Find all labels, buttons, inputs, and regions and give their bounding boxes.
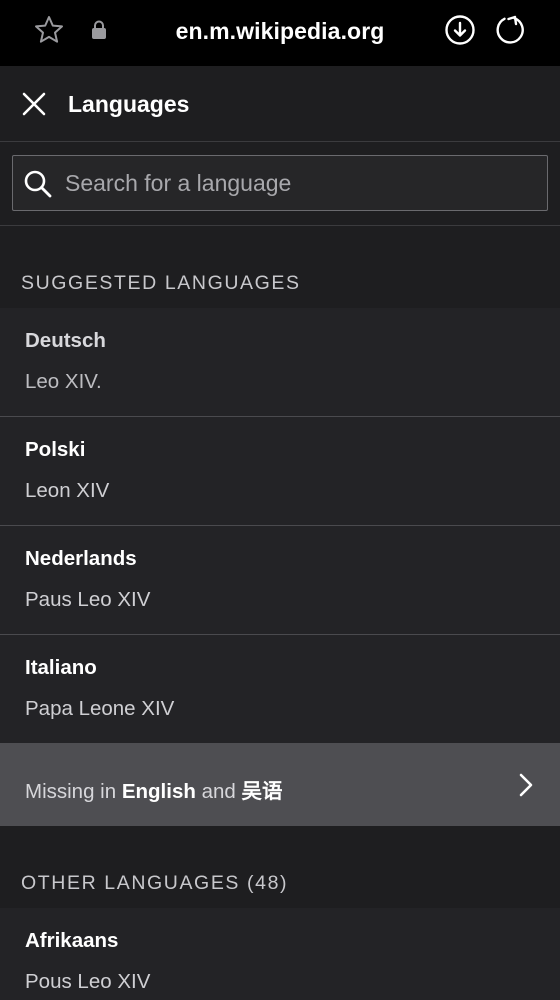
article-title: Leo XIV. — [25, 370, 102, 393]
article-title: Paus Leo XIV — [25, 588, 151, 611]
language-item-deutsch[interactable]: Deutsch Leo XIV. — [0, 308, 560, 417]
section-heading-text: OTHER LANGUAGES (48) — [21, 872, 289, 894]
missing-language-2: 吴语 — [241, 780, 283, 803]
language-name: Afrikaans — [25, 929, 119, 952]
missing-language-1: English — [121, 780, 196, 803]
language-name: Deutsch — [25, 329, 106, 352]
other-languages-list: Afrikaans Pous Leo XIV — [0, 908, 560, 1000]
language-name: Italiano — [25, 656, 97, 679]
refresh-icon[interactable] — [493, 13, 527, 47]
search-box[interactable] — [12, 155, 548, 211]
close-icon — [22, 92, 46, 116]
search-section — [0, 142, 560, 226]
other-languages-heading: OTHER LANGUAGES (48) — [0, 826, 560, 908]
article-title: Pous Leo XIV — [25, 970, 151, 993]
download-icon[interactable] — [443, 13, 477, 47]
language-item-nederlands[interactable]: Nederlands Paus Leo XIV — [0, 526, 560, 635]
languages-header: Languages — [0, 66, 560, 142]
browser-toolbar: en.m.wikipedia.org — [0, 0, 560, 66]
missing-languages-text: Missing in English and 吴语 — [25, 774, 283, 804]
suggested-languages-list: Deutsch Leo XIV. Polski Leon XIV Nederla… — [0, 308, 560, 743]
language-name: Polski — [25, 438, 86, 461]
language-item-italiano[interactable]: Italiano Papa Leone XIV — [0, 635, 560, 743]
language-item-afrikaans[interactable]: Afrikaans Pous Leo XIV — [0, 908, 560, 1000]
suggested-languages-heading: SUGGESTED LANGUAGES — [0, 226, 560, 308]
missing-conj: and — [195, 780, 242, 803]
language-name: Nederlands — [25, 547, 137, 570]
language-item-polski[interactable]: Polski Leon XIV — [0, 417, 560, 526]
missing-prefix: Missing in — [25, 780, 122, 803]
search-input[interactable] — [65, 164, 535, 202]
missing-languages-banner[interactable]: Missing in English and 吴语 — [0, 743, 560, 826]
page-title: Languages — [68, 91, 190, 117]
search-icon — [24, 170, 52, 198]
article-title: Leon XIV — [25, 479, 110, 502]
chevron-right-icon — [519, 773, 533, 797]
article-title: Papa Leone XIV — [25, 697, 175, 720]
close-button[interactable] — [16, 86, 52, 122]
section-heading-text: SUGGESTED LANGUAGES — [21, 272, 301, 294]
